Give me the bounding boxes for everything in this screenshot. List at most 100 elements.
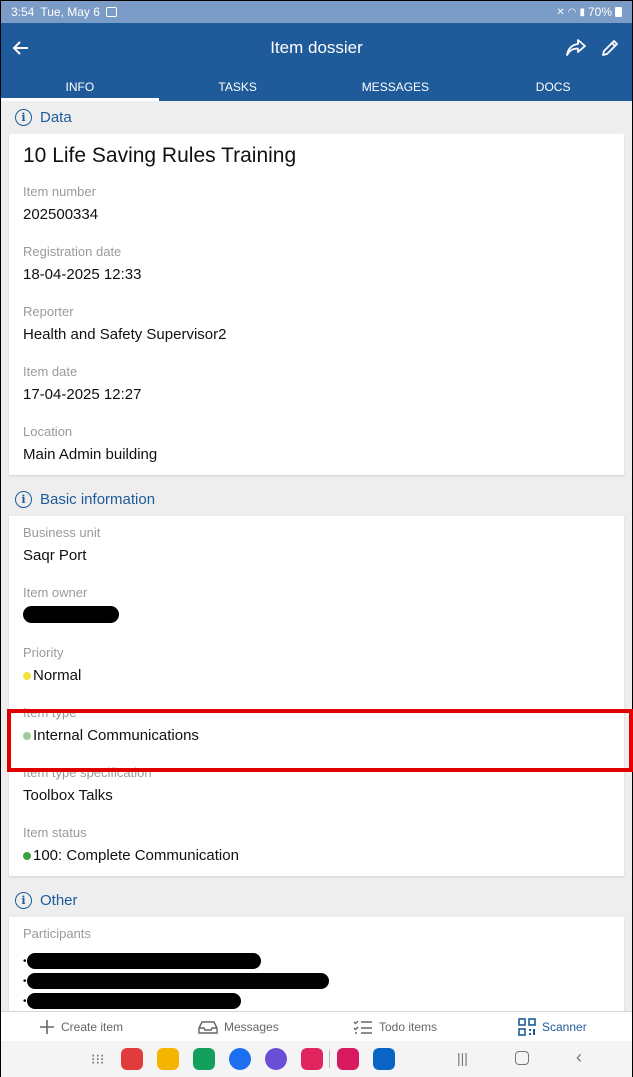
field-label: Item status <box>23 825 87 840</box>
redacted-participant <box>26 973 329 989</box>
section-title: Data <box>40 109 72 126</box>
section-title: Basic information <box>40 491 156 508</box>
section-header-data: i Data <box>1 101 632 134</box>
field-value: Health and Safety Supervisor2 <box>23 326 227 343</box>
field-value: Main Admin building <box>23 446 158 463</box>
field-item-owner: Item owner <box>9 576 624 636</box>
field-business-unit: Business unit Saqr Port <box>9 516 624 576</box>
section-header-other: i Other <box>1 884 632 917</box>
tab-messages[interactable]: MESSAGES <box>317 73 475 101</box>
field-value: 202500334 <box>23 206 99 223</box>
field-label: Item type specification <box>23 765 152 780</box>
app-drawer-icon[interactable]: ⁝⁝⁝ <box>91 1051 104 1068</box>
priority-dot-icon <box>23 672 31 680</box>
arrow-left-icon <box>12 41 28 55</box>
field-item-status: Item status 100: Complete Communication <box>9 816 624 876</box>
field-registration-date: Registration date 18-04-2025 12:33 <box>9 235 624 295</box>
list-item: • <box>23 991 610 1011</box>
field-participants: Participants • • • <box>9 917 624 1011</box>
app-icon-outlook[interactable] <box>373 1048 395 1070</box>
list-item: • <box>23 951 610 971</box>
app-icon-folder[interactable] <box>157 1048 179 1070</box>
field-reporter: Reporter Health and Safety Supervisor2 <box>9 295 624 355</box>
status-time: 3:54 <box>11 5 35 19</box>
back-button[interactable] <box>1 23 41 73</box>
redacted-participant <box>26 953 261 969</box>
battery-icon <box>615 7 622 17</box>
todo-items-button[interactable]: Todo items <box>353 1019 437 1035</box>
share-button[interactable] <box>564 36 588 60</box>
app-icon-flower[interactable] <box>337 1048 359 1070</box>
system-nav-bar: ⁝⁝⁝ ||| ‹ <box>1 1041 632 1077</box>
dock-divider <box>329 1050 330 1068</box>
field-item-type: Item type Internal Communications <box>9 696 624 756</box>
app-icon-internet[interactable] <box>265 1048 287 1070</box>
tab-bar: INFO TASKS MESSAGES DOCS <box>1 73 632 101</box>
pencil-icon <box>602 40 618 56</box>
field-item-type-spec: Item type specification Toolbox Talks <box>9 756 624 816</box>
recent-apps-button[interactable]: ||| <box>457 1050 468 1066</box>
field-value: Internal Communications <box>23 726 610 746</box>
field-value: 100: Complete Communication <box>23 846 610 866</box>
page-title: Item dossier <box>270 38 363 57</box>
todo-items-label: Todo items <box>379 1019 438 1034</box>
content-scroll-area[interactable]: i Data 10 Life Saving Rules Training Ite… <box>1 101 632 1011</box>
section-title: Other <box>40 892 78 909</box>
field-label: Item number <box>23 184 96 199</box>
share-icon <box>566 39 586 56</box>
battery-percent: 70% <box>587 5 612 19</box>
status-date: Tue, May 6 <box>40 5 100 19</box>
inbox-icon <box>198 1020 218 1034</box>
field-label: Item owner <box>23 585 88 600</box>
data-card: 10 Life Saving Rules Training Item numbe… <box>9 134 624 475</box>
field-value: Saqr Port <box>23 547 87 564</box>
scanner-button[interactable]: Scanner <box>518 1017 587 1036</box>
app-icon-red[interactable] <box>121 1048 143 1070</box>
status-dot-icon <box>23 852 31 860</box>
create-item-button[interactable]: Create item <box>39 1019 123 1035</box>
app-icon-chat[interactable] <box>229 1048 251 1070</box>
field-item-date: Item date 17-04-2025 12:27 <box>9 355 624 415</box>
signal-icon: ▮ <box>579 6 585 18</box>
list-item: • <box>23 971 610 991</box>
priority-value: Normal <box>33 667 82 684</box>
item-title: 10 Life Saving Rules Training <box>23 144 297 167</box>
item-type-value: Internal Communications <box>33 727 199 744</box>
other-card: Participants • • • <box>9 917 624 1011</box>
field-label: Item date <box>23 364 78 379</box>
field-value <box>23 606 610 623</box>
scanner-label: Scanner <box>542 1019 587 1034</box>
participant-list: • • • <box>23 947 610 1011</box>
tab-info[interactable]: INFO <box>1 73 159 101</box>
app-icon-camera[interactable] <box>301 1048 323 1070</box>
field-value: Normal <box>23 666 610 686</box>
edit-button[interactable] <box>598 36 622 60</box>
messages-label: Messages <box>224 1019 279 1034</box>
redacted-participant <box>26 993 241 1009</box>
messages-button[interactable]: Messages <box>198 1020 279 1034</box>
tab-tasks[interactable]: TASKS <box>159 73 317 101</box>
field-value: 17-04-2025 12:27 <box>23 386 142 403</box>
home-button[interactable] <box>515 1051 529 1065</box>
field-label: Location <box>23 424 73 439</box>
create-item-label: Create item <box>61 1019 124 1034</box>
field-value: Toolbox Talks <box>23 787 113 804</box>
tab-docs[interactable]: DOCS <box>474 73 632 101</box>
qr-code-icon <box>518 1017 536 1036</box>
app-icon-phone[interactable] <box>193 1048 215 1070</box>
redacted-owner <box>23 606 119 623</box>
plus-icon <box>40 1019 54 1034</box>
checklist-icon <box>353 1020 372 1034</box>
bottom-nav: Create item Messages Todo items Scanner <box>1 1011 632 1041</box>
field-label: Registration date <box>23 244 122 259</box>
back-nav-button[interactable]: ‹ <box>576 1047 582 1068</box>
field-location: Location Main Admin building <box>9 415 624 475</box>
section-header-basic: i Basic information <box>1 483 632 516</box>
info-icon: i <box>15 892 32 909</box>
info-icon: i <box>15 491 32 508</box>
item-type-dot-icon <box>23 732 31 740</box>
basic-info-card: Business unit Saqr Port Item owner Prior… <box>9 516 624 876</box>
field-label: Priority <box>23 645 64 660</box>
status-bar: 3:54 Tue, May 6 ✕ ◠ ▮ 70% <box>1 1 632 23</box>
app-bar: Item dossier <box>1 23 632 73</box>
